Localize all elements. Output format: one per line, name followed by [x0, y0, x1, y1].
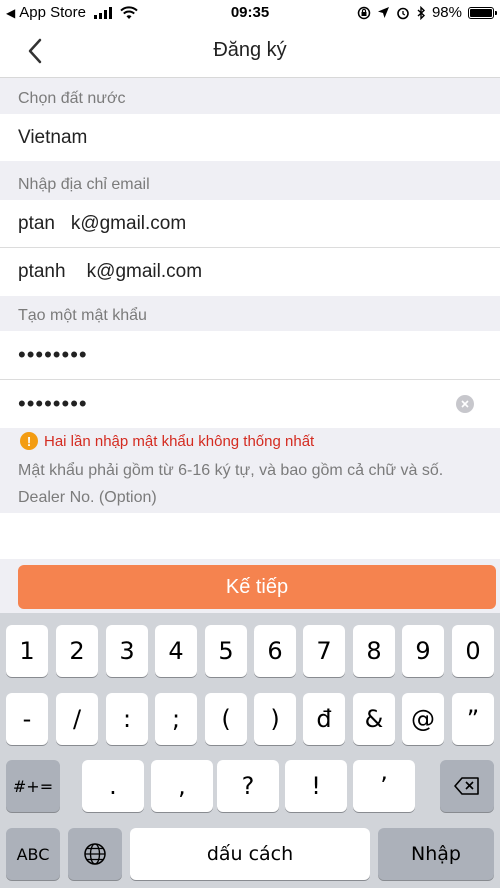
key-7[interactable]: 7 — [303, 625, 345, 677]
country-label: Chọn đất nước — [18, 90, 126, 107]
key-open-paren[interactable]: ( — [205, 693, 247, 745]
key-comma[interactable]: , — [151, 760, 213, 812]
clear-input-button[interactable] — [456, 395, 474, 413]
email-confirm-value: ptanh k@gmail.com — [18, 261, 203, 282]
password-field[interactable]: •••••••• — [0, 331, 500, 380]
key-8[interactable]: 8 — [353, 625, 395, 677]
password-hint: Mật khẩu phải gồm từ 6-16 ký tự, và bao … — [18, 462, 444, 479]
backspace-key[interactable] — [440, 760, 494, 812]
key-question[interactable]: ? — [217, 760, 279, 812]
key-ampersand[interactable]: & — [353, 693, 395, 745]
key-close-paren[interactable]: ) — [254, 693, 296, 745]
backspace-icon — [454, 777, 479, 795]
country-select[interactable]: Vietnam — [0, 114, 500, 161]
key-hyphen[interactable]: - — [6, 693, 48, 745]
battery-percent: 98% — [431, 4, 462, 21]
rotation-lock-icon — [357, 6, 371, 19]
abc-key[interactable]: ABC — [6, 828, 60, 880]
location-icon — [377, 7, 389, 18]
keyboard: 1 2 3 4 5 6 7 8 9 0 - / : ; ( ) đ & @ ” … — [0, 613, 500, 888]
password-value: •••••••• — [18, 342, 88, 367]
key-3[interactable]: 3 — [106, 625, 148, 677]
symbols-key[interactable]: #+= — [6, 760, 60, 812]
close-icon — [461, 400, 469, 408]
password-confirm-field[interactable]: •••••••• — [0, 380, 500, 428]
globe-icon — [84, 843, 106, 865]
alarm-icon — [397, 7, 409, 19]
status-right: 98% — [357, 4, 497, 21]
next-button[interactable]: Kế tiếp — [18, 565, 496, 609]
email-value: ptan k@gmail.com — [18, 212, 187, 234]
error-message: Hai lần nhập mật khẩu không thống nhất — [44, 432, 315, 450]
key-0[interactable]: 0 — [452, 625, 494, 677]
email-confirm-field[interactable]: ptanh k@gmail.com — [0, 248, 500, 296]
key-d-stroke[interactable]: đ — [303, 693, 345, 745]
battery-icon — [468, 6, 497, 19]
key-exclamation[interactable]: ! — [285, 760, 347, 812]
status-bar: ◀ App Store 09:35 98% — [0, 0, 500, 26]
key-slash[interactable]: / — [56, 693, 98, 745]
password-confirm-value: •••••••• — [18, 391, 88, 416]
key-6[interactable]: 6 — [254, 625, 296, 677]
key-4[interactable]: 4 — [155, 625, 197, 677]
password-error: ! Hai lần nhập mật khẩu không thống nhất — [20, 432, 314, 450]
bluetooth-icon — [417, 5, 425, 20]
key-9[interactable]: 9 — [402, 625, 444, 677]
key-quote[interactable]: ” — [452, 693, 494, 745]
email-label: Nhập địa chỉ email — [18, 176, 150, 193]
dealer-label: Dealer No. (Option) — [18, 489, 157, 506]
key-5[interactable]: 5 — [205, 625, 247, 677]
dealer-number-field[interactable] — [0, 513, 500, 559]
password-label: Tạo một mật khẩu — [18, 307, 147, 324]
country-value: Vietnam — [18, 126, 88, 148]
space-key[interactable]: dấu cách — [130, 828, 370, 880]
key-semicolon[interactable]: ; — [155, 693, 197, 745]
warning-icon: ! — [20, 432, 38, 450]
email-field[interactable]: ptan k@gmail.com — [0, 200, 500, 248]
key-period[interactable]: . — [82, 760, 144, 812]
navigation-bar: Đăng ký — [0, 26, 500, 78]
key-2[interactable]: 2 — [56, 625, 98, 677]
globe-key[interactable] — [68, 828, 122, 880]
key-at[interactable]: @ — [402, 693, 444, 745]
key-colon[interactable]: : — [106, 693, 148, 745]
page-title: Đăng ký — [213, 39, 287, 61]
return-key[interactable]: Nhập — [378, 828, 494, 880]
key-1[interactable]: 1 — [6, 625, 48, 677]
key-apostrophe[interactable]: ’ — [353, 760, 415, 812]
